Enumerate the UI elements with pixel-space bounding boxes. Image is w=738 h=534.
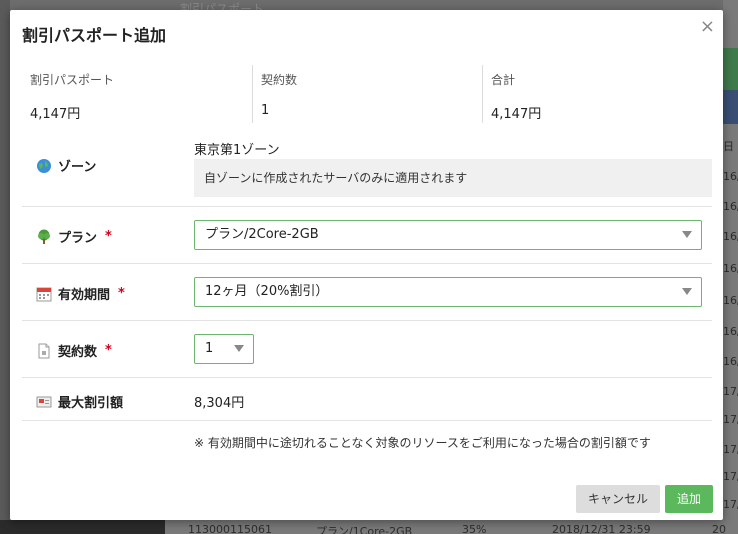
- summary-passport-label: 割引パスポート: [30, 73, 115, 87]
- count-select-value: 1: [205, 341, 214, 356]
- period-label: 有効期間 *: [36, 284, 125, 303]
- plan-select[interactable]: プラン/2Core-2GB: [194, 220, 702, 250]
- max-discount-row: 最大割引額 8,304円: [22, 378, 712, 421]
- zone-label: ゾーン: [36, 156, 96, 175]
- plan-row: プラン * プラン/2Core-2GB: [22, 207, 712, 264]
- count-label-text: 契約数: [58, 345, 98, 360]
- required-marker: *: [105, 229, 112, 244]
- add-discount-passport-dialog: 割引パスポート追加 × 割引パスポート 4,147円 契約数 1 合計 4,14…: [10, 10, 723, 520]
- tree-icon: [36, 229, 52, 245]
- dropdown-arrow-icon: [234, 345, 244, 352]
- period-select-value: 12ヶ月（20%割引）: [205, 284, 329, 299]
- bg-table-cell: 17/: [723, 470, 738, 483]
- summary-panel: 割引パスポート 4,147円 契約数 1 合計 4,147円: [22, 65, 712, 130]
- zone-label-text: ゾーン: [58, 160, 97, 175]
- count-row: 契約数 * 1: [22, 321, 712, 378]
- bg-table-cell: 17/: [723, 443, 738, 456]
- zone-row: ゾーン 東京第1ゾーン 自ゾーンに作成されたサーバのみに適用されます: [22, 132, 712, 207]
- bg-left-strip: [0, 0, 10, 534]
- required-marker: *: [118, 286, 125, 301]
- zone-info-box: 自ゾーンに作成されたサーバのみに適用されます: [194, 159, 712, 197]
- bg-table-cell: 35%: [462, 523, 487, 534]
- bg-table-cell: 日: [723, 140, 734, 153]
- summary-total-value: 4,147円: [491, 107, 542, 122]
- calendar-icon: [36, 286, 52, 302]
- bg-table-cell: 16/: [723, 325, 738, 338]
- bg-table-cell: 113000115061: [188, 523, 272, 534]
- bg-sidebar: [0, 520, 165, 534]
- summary-passport: 割引パスポート 4,147円: [22, 65, 252, 123]
- period-label-text: 有効期間: [58, 288, 111, 303]
- bg-table-cell: 16/: [723, 170, 738, 183]
- bg-table-cell: 17/: [723, 413, 738, 426]
- zone-value: 東京第1ゾーン: [194, 143, 280, 158]
- bg-table-cell: 17/: [723, 385, 738, 398]
- plan-select-value: プラン/2Core-2GB: [205, 227, 319, 242]
- bg-table-cell: 16/: [723, 355, 738, 368]
- close-button[interactable]: ×: [700, 16, 715, 37]
- bg-table-header: [723, 90, 738, 124]
- discount-note: ※ 有効期間中に途切れることなく対象のリソースをご利用になった場合の割引額です: [194, 436, 651, 450]
- bg-table-cell: 16/: [723, 200, 738, 213]
- summary-total-label: 合計: [491, 73, 516, 87]
- count-select[interactable]: 1: [194, 334, 254, 364]
- bg-table-cell: 16/: [723, 262, 738, 275]
- max-discount-value: 8,304円: [194, 396, 245, 411]
- plan-label-text: プラン: [58, 231, 98, 246]
- bg-table-cell: 17/: [723, 498, 738, 511]
- bg-green-button: [723, 48, 738, 90]
- summary-count: 契約数 1: [252, 65, 482, 123]
- summary-passport-value: 4,147円: [30, 107, 81, 122]
- dropdown-arrow-icon: [682, 288, 692, 295]
- bg-table-cell: 20: [712, 523, 726, 534]
- bg-table-cell: 2018/12/31 23:59: [552, 523, 651, 534]
- max-discount-label: 最大割引額: [36, 392, 123, 411]
- card-icon: [36, 394, 52, 410]
- dropdown-arrow-icon: [682, 231, 692, 238]
- dialog-title: 割引パスポート追加: [22, 26, 167, 45]
- summary-total: 合計 4,147円: [482, 65, 712, 123]
- summary-count-label: 契約数: [261, 73, 298, 87]
- bg-table-cell: 16/: [723, 294, 738, 307]
- add-button[interactable]: 追加: [665, 485, 713, 513]
- document-icon: [36, 343, 52, 359]
- cancel-button[interactable]: キャンセル: [576, 485, 660, 513]
- bg-table-cell: プラン/1Core-2GB: [316, 525, 413, 534]
- max-discount-label-text: 最大割引額: [58, 396, 124, 411]
- required-marker: *: [105, 343, 112, 358]
- summary-count-value: 1: [261, 103, 270, 118]
- period-row: 有効期間 * 12ヶ月（20%割引）: [22, 264, 712, 321]
- globe-icon: [36, 158, 52, 174]
- bg-table-cell: 16/: [723, 230, 738, 243]
- plan-label: プラン *: [36, 227, 112, 246]
- count-label: 契約数 *: [36, 341, 112, 360]
- period-select[interactable]: 12ヶ月（20%割引）: [194, 277, 702, 307]
